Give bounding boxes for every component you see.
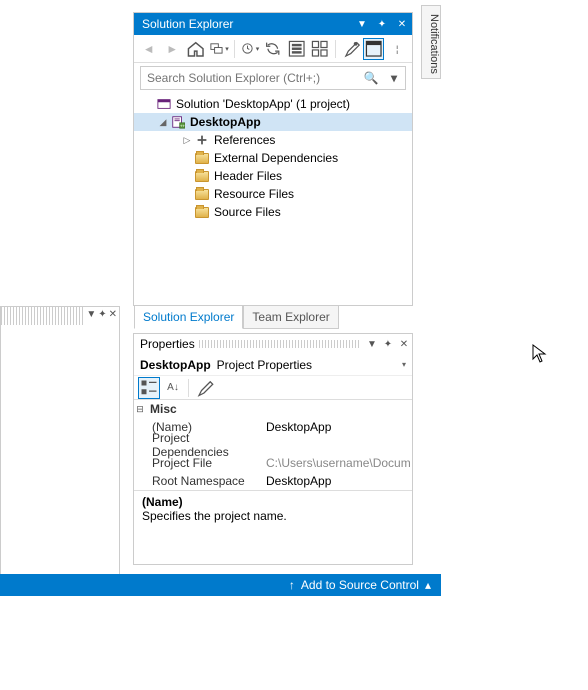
references-node[interactable]: ▷ References (134, 131, 412, 149)
references-icon (194, 132, 210, 148)
tree-label: References (214, 133, 275, 147)
expander-icon[interactable]: ▷ (180, 135, 194, 146)
external-deps-node[interactable]: External Dependencies (134, 149, 412, 167)
tree-label: External Dependencies (214, 151, 338, 165)
properties-grid[interactable]: ⊟ Misc (Name) DesktopApp Project Depende… (134, 400, 412, 490)
dropdown-icon[interactable]: ▼ (364, 339, 380, 350)
desc-title: (Name) (142, 495, 404, 509)
prop-value: DesktopApp (266, 474, 412, 488)
window-menu-icon[interactable]: ▼ (352, 13, 372, 35)
close-icon[interactable]: ✕ (392, 13, 412, 35)
chevron-down-icon[interactable]: ▾ (402, 360, 406, 369)
folder-icon (194, 150, 210, 166)
folder-icon (194, 168, 210, 184)
panel-tabs: Solution Explorer Team Explorer (134, 307, 339, 329)
properties-toolbar: A↓ (134, 376, 412, 400)
collapse-icon[interactable] (286, 38, 307, 60)
pin-icon[interactable]: ✦ (98, 309, 106, 320)
dropdown-icon[interactable]: ▼ (86, 309, 96, 320)
mouse-cursor (532, 344, 548, 369)
folder-icon (194, 186, 210, 202)
property-row-namespace[interactable]: Root Namespace DesktopApp (134, 472, 412, 490)
properties-icon[interactable] (340, 38, 361, 60)
search-options-icon[interactable]: ▾ (383, 71, 405, 85)
solution-icon (156, 96, 172, 112)
solution-label: Solution 'DesktopApp' (1 project) (176, 97, 350, 111)
panel-title: Properties (140, 337, 195, 351)
solution-explorer-panel: Solution Explorer ▼ ✦ ✕ ◄ ► ▾ ▾ (133, 12, 413, 306)
prop-key: Project Dependencies (134, 431, 266, 459)
svg-text:++: ++ (180, 123, 185, 128)
tab-solution-explorer[interactable]: Solution Explorer (134, 305, 243, 329)
prop-key: Project File (134, 456, 266, 470)
show-all-icon[interactable] (309, 38, 330, 60)
status-bar: ↑ Add to Source Control ▴ (0, 574, 441, 596)
prop-value: DesktopApp (266, 420, 412, 434)
prop-value: C:\Users\username\Docum (266, 456, 412, 470)
source-control-button[interactable]: Add to Source Control (301, 578, 419, 592)
categorized-icon[interactable] (138, 377, 160, 399)
solution-explorer-titlebar[interactable]: Solution Explorer ▼ ✦ ✕ (134, 13, 412, 35)
up-arrow-icon: ↑ (289, 578, 295, 592)
properties-panel: Properties ▼ ✦ ✕ DesktopApp Project Prop… (133, 333, 413, 565)
folder-icon (194, 204, 210, 220)
sync-icon[interactable] (262, 38, 283, 60)
subject-name: DesktopApp (140, 358, 211, 372)
project-icon: ++ (170, 114, 186, 130)
solution-explorer-toolbar: ◄ ► ▾ ▾ ¦ (134, 35, 412, 63)
left-docked-panel: ▼ ✦ ✕ (0, 306, 120, 578)
desc-body: Specifies the project name. (142, 509, 287, 523)
solution-node[interactable]: Solution 'DesktopApp' (1 project) (134, 95, 412, 113)
header-files-node[interactable]: Header Files (134, 167, 412, 185)
collapse-icon[interactable]: ⊟ (134, 404, 146, 415)
properties-titlebar[interactable]: Properties ▼ ✦ ✕ (134, 334, 412, 354)
property-row-deps[interactable]: Project Dependencies (134, 436, 412, 454)
panel-title: Solution Explorer (142, 17, 233, 31)
back-icon[interactable]: ◄ (138, 38, 159, 60)
overflow-icon[interactable]: ¦ (386, 38, 407, 60)
category-label: Misc (146, 402, 177, 416)
alphabetical-icon[interactable]: A↓ (162, 377, 184, 399)
panel-grip (199, 340, 360, 348)
subject-type: Project Properties (217, 358, 312, 372)
category-row[interactable]: ⊟ Misc (134, 400, 412, 418)
history-icon[interactable]: ▾ (239, 38, 260, 60)
pin-icon[interactable]: ✦ (372, 13, 392, 35)
close-icon[interactable]: ✕ (109, 309, 117, 320)
tree-label: Header Files (214, 169, 282, 183)
search-input[interactable] (141, 71, 360, 85)
search-box[interactable]: 🔍 ▾ (140, 66, 406, 90)
property-row-file[interactable]: Project File C:\Users\username\Docum (134, 454, 412, 472)
solution-tree[interactable]: Solution 'DesktopApp' (1 project) ◢ ++ D… (134, 93, 412, 223)
tree-label: Resource Files (214, 187, 294, 201)
prop-key: Root Namespace (134, 474, 266, 488)
home-icon[interactable] (185, 38, 206, 60)
notifications-tab[interactable]: Notifications (421, 5, 441, 79)
chevron-up-icon[interactable]: ▴ (425, 578, 431, 592)
project-node[interactable]: ◢ ++ DesktopApp (134, 113, 412, 131)
search-icon[interactable]: 🔍 (360, 71, 382, 85)
pin-icon[interactable]: ✦ (380, 339, 396, 350)
source-files-node[interactable]: Source Files (134, 203, 412, 221)
scope-icon[interactable]: ▾ (208, 38, 229, 60)
project-label: DesktopApp (190, 115, 261, 129)
preview-icon[interactable] (363, 38, 384, 60)
forward-icon[interactable]: ► (161, 38, 182, 60)
resource-files-node[interactable]: Resource Files (134, 185, 412, 203)
close-icon[interactable]: ✕ (396, 339, 412, 350)
property-pages-icon[interactable] (193, 377, 215, 399)
properties-description: (Name) Specifies the project name. (134, 490, 412, 527)
expander-icon[interactable]: ◢ (156, 117, 170, 128)
tree-label: Source Files (214, 205, 281, 219)
panel-grip (1, 307, 83, 325)
tab-team-explorer[interactable]: Team Explorer (243, 305, 338, 329)
properties-subject[interactable]: DesktopApp Project Properties ▾ (134, 354, 412, 376)
